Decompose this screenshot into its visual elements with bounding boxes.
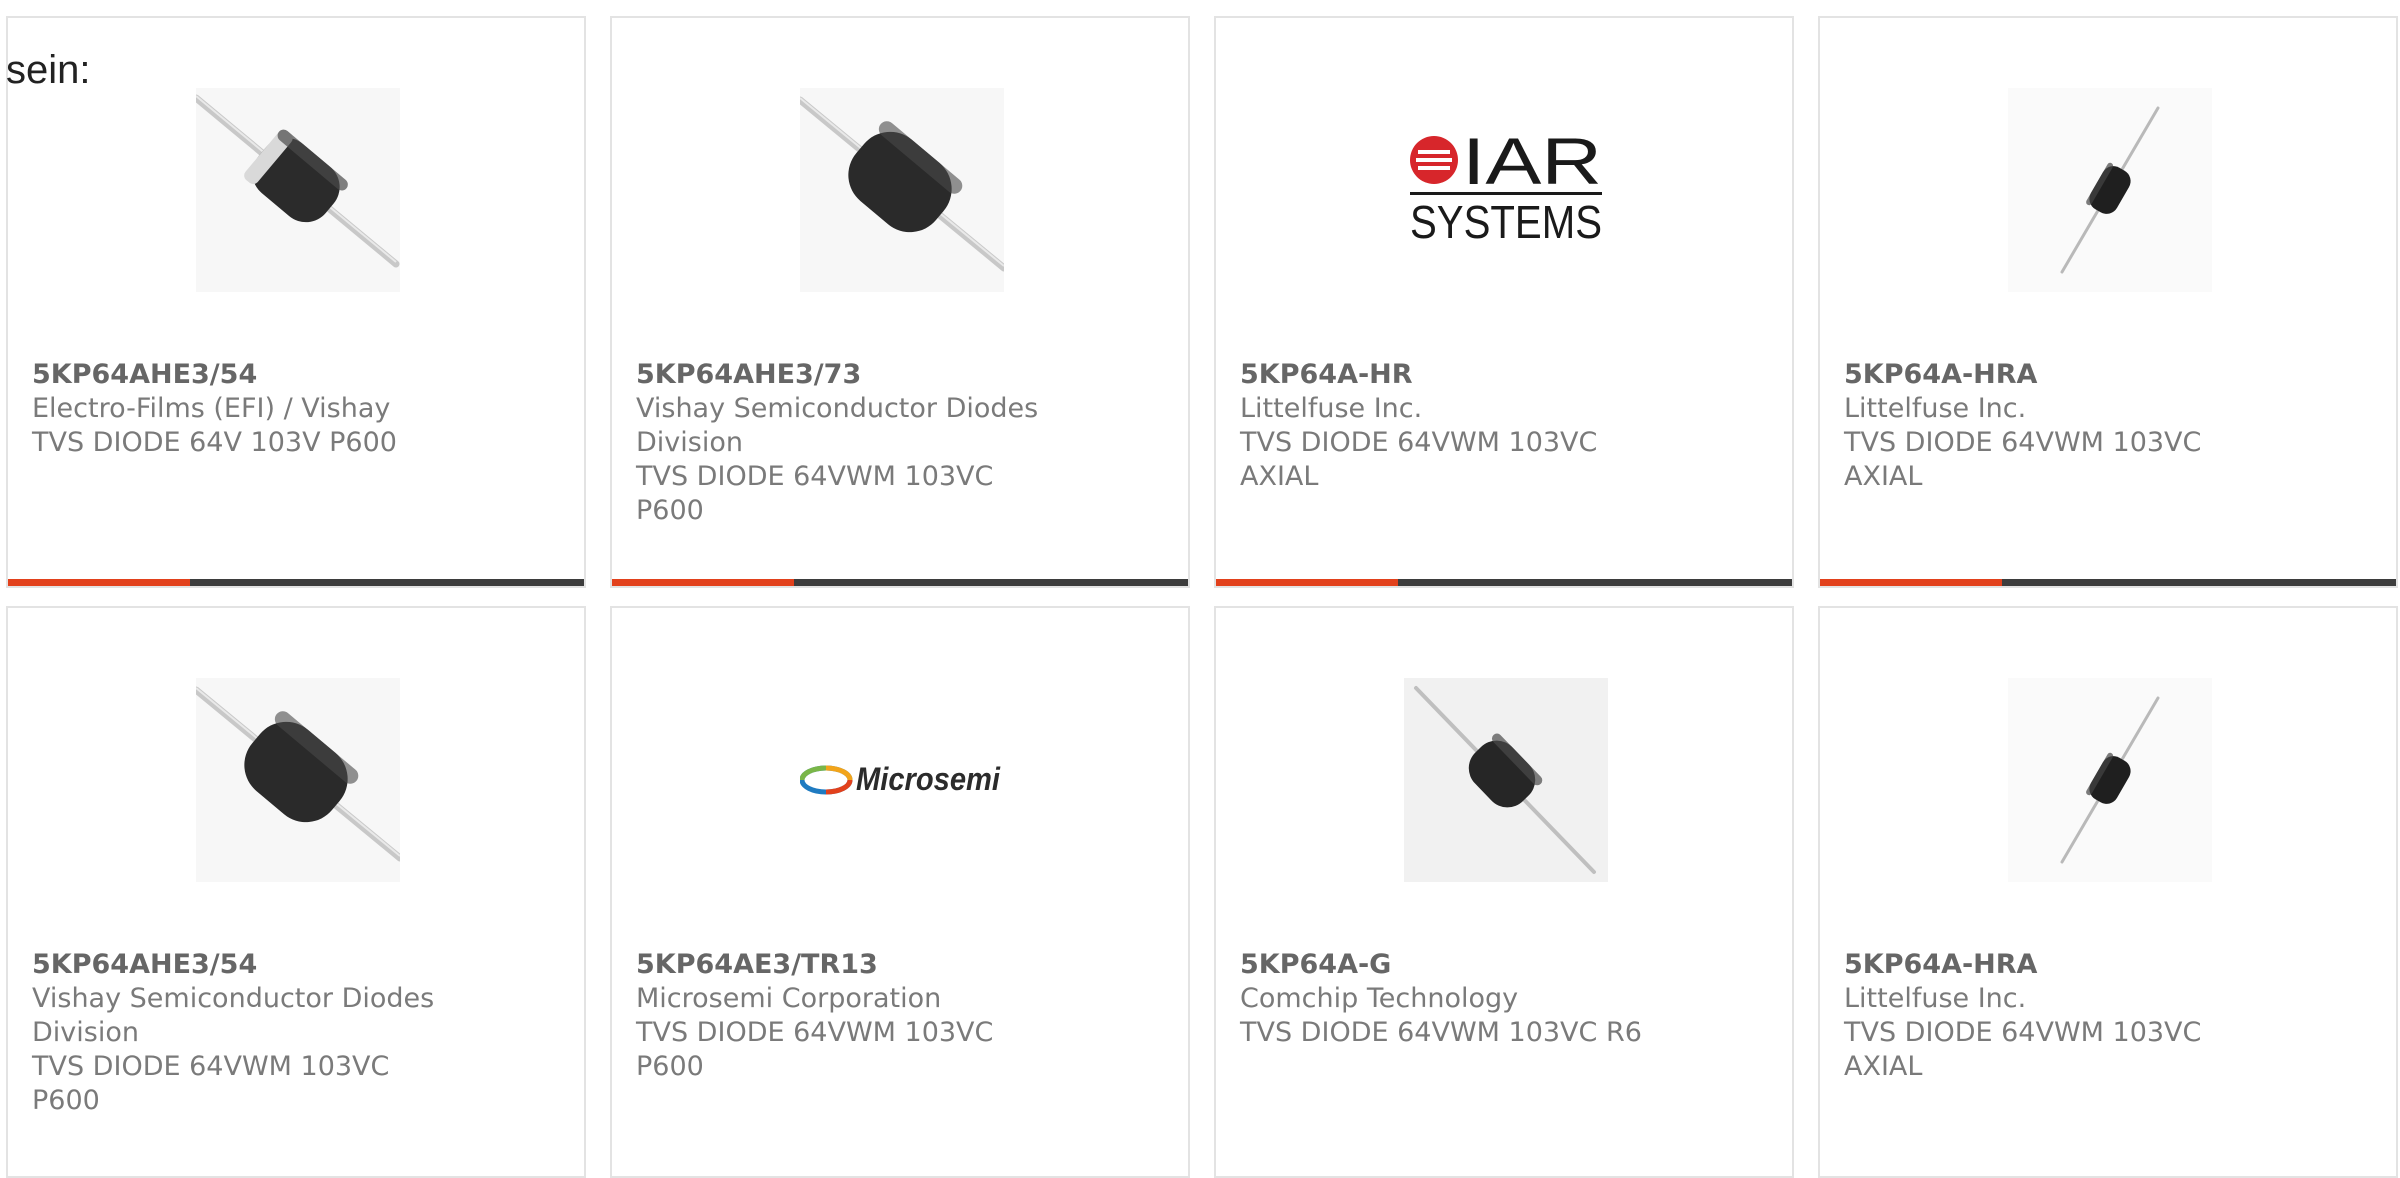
part-number[interactable]: 5KP64AHE3/54 [32,358,452,392]
diode-large-icon [800,88,1004,292]
card-bottom-bar [612,579,1188,586]
intro-text: sein: [6,48,91,92]
part-number[interactable]: 5KP64A-HR [1240,358,1660,392]
manufacturer: Littelfuse Inc. [1240,393,1423,424]
manufacturer: Electro-Films (EFI) / Vishay [32,393,391,424]
description: TVS DIODE 64VWM 103VC AXIAL [1240,427,1598,492]
diode-photo-icon [1404,678,1608,882]
card-bottom-bar [1216,579,1792,586]
product-info: 5KP64AHE3/54 Vishay Semiconductor Diodes… [32,948,452,1118]
description: TVS DIODE 64VWM 103VC P600 [636,461,994,526]
product-info: 5KP64A-HRA Littelfuse Inc. TVS DIODE 64V… [1844,948,2264,1084]
card-bar-accent [1216,579,1398,586]
description: TVS DIODE 64VWM 103VC P600 [32,1051,390,1116]
product-image[interactable] [2008,678,2212,882]
card-bottom-bar [1820,579,2396,586]
logo-text-iar: IAR [1462,124,1602,198]
card-bar-accent [612,579,794,586]
product-info: 5KP64A-HR Littelfuse Inc. TVS DIODE 64VW… [1240,358,1660,494]
part-number[interactable]: 5KP64AHE3/73 [636,358,1056,392]
product-grid: 5KP64AHE3/54 Electro-Films (EFI) / Visha… [6,16,2398,1178]
product-card[interactable]: 5KP64A-HRA Littelfuse Inc. TVS DIODE 64V… [1818,16,2398,588]
part-number[interactable]: 5KP64A-HRA [1844,358,2264,392]
card-bottom-bar [8,579,584,586]
logo-text-systems: SYSTEMS [1410,196,1602,248]
product-info: 5KP64A-G Comchip Technology TVS DIODE 64… [1240,948,1660,1050]
product-card[interactable]: 5KP64AHE3/54 Electro-Films (EFI) / Visha… [6,16,586,588]
part-number[interactable]: 5KP64AHE3/54 [32,948,452,982]
diode-small-axial-icon [2008,678,2212,882]
description: TVS DIODE 64VWM 103VC AXIAL [1844,1017,2202,1082]
manufacturer: Vishay Semiconductor Diodes Division [32,983,435,1048]
product-card[interactable]: Microsemi 5KP64AE3/TR13 Microsemi Corpor… [610,606,1190,1178]
diode-large-icon [196,678,400,882]
logo-text-microsemi: Microsemi [856,761,1001,797]
description: TVS DIODE 64VWM 103VC R6 [1240,1017,1642,1048]
product-image[interactable]: IAR SYSTEMS [1404,88,1608,292]
product-info: 5KP64AHE3/54 Electro-Films (EFI) / Visha… [32,358,452,460]
part-number[interactable]: 5KP64AE3/TR13 [636,948,1056,982]
diode-small-axial-icon [2008,88,2212,292]
product-image[interactable]: Microsemi [800,678,1004,882]
card-bar-accent [1820,579,2002,586]
product-card[interactable]: 5KP64A-HRA Littelfuse Inc. TVS DIODE 64V… [1818,606,2398,1178]
part-number[interactable]: 5KP64A-G [1240,948,1660,982]
microsemi-logo: Microsemi [800,761,1001,797]
card-bar-accent [8,579,190,586]
product-image[interactable] [2008,88,2212,292]
product-info: 5KP64A-HRA Littelfuse Inc. TVS DIODE 64V… [1844,358,2264,494]
product-info: 5KP64AHE3/73 Vishay Semiconductor Diodes… [636,358,1056,528]
description: TVS DIODE 64VWM 103VC AXIAL [1844,427,2202,492]
product-image[interactable] [196,88,400,292]
manufacturer: Comchip Technology [1240,983,1519,1014]
product-card[interactable]: IAR SYSTEMS 5KP64A-HR Littelfuse Inc. TV… [1214,16,1794,588]
product-card[interactable]: 5KP64AHE3/54 Vishay Semiconductor Diodes… [6,606,586,1178]
product-card[interactable]: 5KP64AHE3/73 Vishay Semiconductor Diodes… [610,16,1190,588]
manufacturer: Vishay Semiconductor Diodes Division [636,393,1039,458]
product-image[interactable] [1404,678,1608,882]
diode-banded-icon [196,88,400,292]
product-info: 5KP64AE3/TR13 Microsemi Corporation TVS … [636,948,1056,1084]
description: TVS DIODE 64V 103V P600 [32,427,397,458]
iar-systems-logo: IAR SYSTEMS [1410,124,1602,248]
description: TVS DIODE 64VWM 103VC P600 [636,1017,994,1082]
product-image[interactable] [196,678,400,882]
part-number[interactable]: 5KP64A-HRA [1844,948,2264,982]
manufacturer: Littelfuse Inc. [1844,983,2027,1014]
product-card[interactable]: 5KP64A-G Comchip Technology TVS DIODE 64… [1214,606,1794,1178]
manufacturer: Littelfuse Inc. [1844,393,2027,424]
product-image[interactable] [800,88,1004,292]
manufacturer: Microsemi Corporation [636,983,942,1014]
